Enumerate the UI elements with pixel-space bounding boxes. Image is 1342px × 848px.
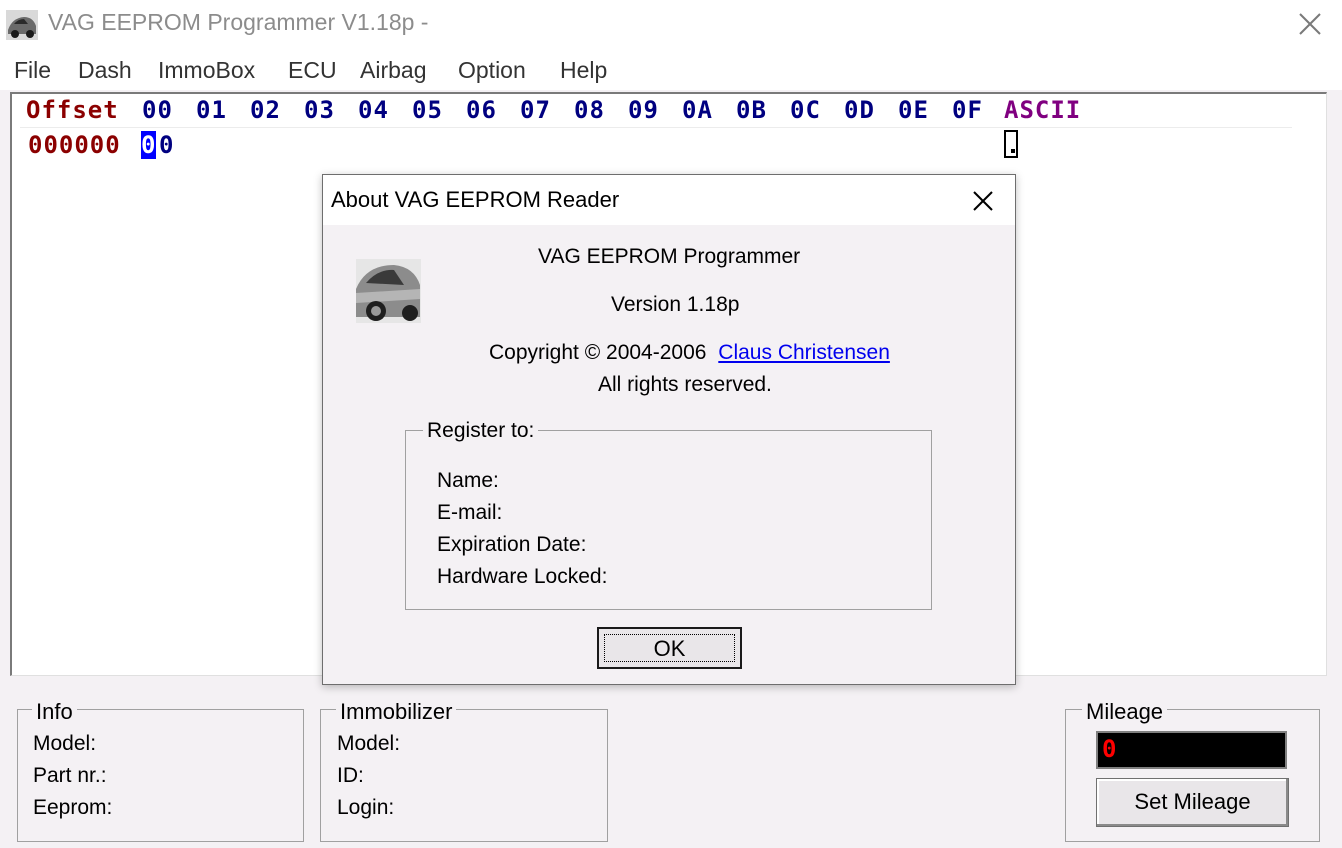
immobilizer-title: Immobilizer (336, 699, 457, 725)
menu-help[interactable]: Help (560, 57, 607, 84)
column-header: 04 (358, 96, 389, 124)
author-link[interactable]: Claus Christensen (718, 341, 890, 364)
info-eeprom-label: Eeprom: (33, 796, 113, 819)
immo-model-label: Model: (337, 732, 401, 755)
header-divider (20, 127, 1292, 128)
column-header: 03 (304, 96, 335, 124)
mileage-title: Mileage (1082, 699, 1168, 725)
mileage-value: 0 (1102, 735, 1117, 763)
product-name: VAG EEPROM Programmer (538, 245, 801, 268)
title-bar: VAG EEPROM Programmer V1.18p - (0, 0, 1342, 48)
column-header: 01 (196, 96, 227, 124)
column-header: 0D (844, 96, 875, 124)
register-title: Register to: (423, 419, 539, 443)
ok-label: OK (604, 634, 735, 662)
column-header: 0F (952, 96, 983, 124)
ascii-cursor[interactable] (1004, 130, 1018, 158)
column-header: 06 (466, 96, 497, 124)
row-offset: 000000 (28, 131, 121, 159)
info-model-label: Model: (33, 732, 97, 755)
register-expiration-label: Expiration Date: (437, 533, 587, 556)
window-title: VAG EEPROM Programmer V1.18p - (48, 9, 429, 35)
column-header: 08 (574, 96, 605, 124)
info-title: Info (32, 699, 77, 725)
hex-byte-selected[interactable]: 0 (141, 131, 157, 159)
register-hardware-label: Hardware Locked: (437, 565, 608, 588)
info-part-label: Part nr.: (33, 764, 107, 787)
offset-header: Offset (26, 96, 119, 124)
ascii-header: ASCII (1004, 96, 1082, 124)
column-header: 07 (520, 96, 551, 124)
car-icon (356, 259, 421, 323)
menu-option[interactable]: Option (458, 57, 526, 84)
version-text: Version 1.18p (611, 293, 740, 316)
ok-button[interactable]: OK (597, 627, 742, 669)
immo-id-label: ID: (337, 764, 364, 787)
copyright-label: Copyright © 2004-2006 (489, 341, 707, 364)
car-icon (6, 10, 38, 40)
register-name-label: Name: (437, 469, 499, 492)
rights-text: All rights reserved. (598, 373, 772, 396)
dialog-title: About VAG EEPROM Reader (331, 187, 620, 212)
column-header: 0B (736, 96, 767, 124)
close-icon[interactable] (1294, 8, 1326, 40)
dialog-title-bar: About VAG EEPROM Reader (323, 175, 1015, 225)
mileage-display[interactable]: 0 (1096, 731, 1287, 769)
about-dialog: About VAG EEPROM Reader VAG EEPROM Progr… (322, 174, 1016, 685)
set-mileage-button[interactable]: Set Mileage (1096, 778, 1289, 827)
column-header: 02 (250, 96, 281, 124)
copyright-text: Copyright © 2004-2006 Claus Christensen (489, 341, 890, 365)
menu-file[interactable]: File (14, 57, 51, 84)
register-email-label: E-mail: (437, 501, 503, 524)
column-header: 0C (790, 96, 821, 124)
column-header: 09 (628, 96, 659, 124)
immo-login-label: Login: (337, 796, 395, 819)
menu-immobox[interactable]: ImmoBox (158, 57, 255, 84)
menu-airbag[interactable]: Airbag (360, 57, 426, 84)
hex-byte[interactable]: 0 (159, 131, 174, 159)
menu-ecu[interactable]: ECU (288, 57, 337, 84)
column-header: 05 (412, 96, 443, 124)
menu-dash[interactable]: Dash (78, 57, 132, 84)
close-icon[interactable] (969, 187, 997, 215)
column-header: 0A (682, 96, 713, 124)
column-header: 00 (142, 96, 173, 124)
column-header: 0E (898, 96, 929, 124)
